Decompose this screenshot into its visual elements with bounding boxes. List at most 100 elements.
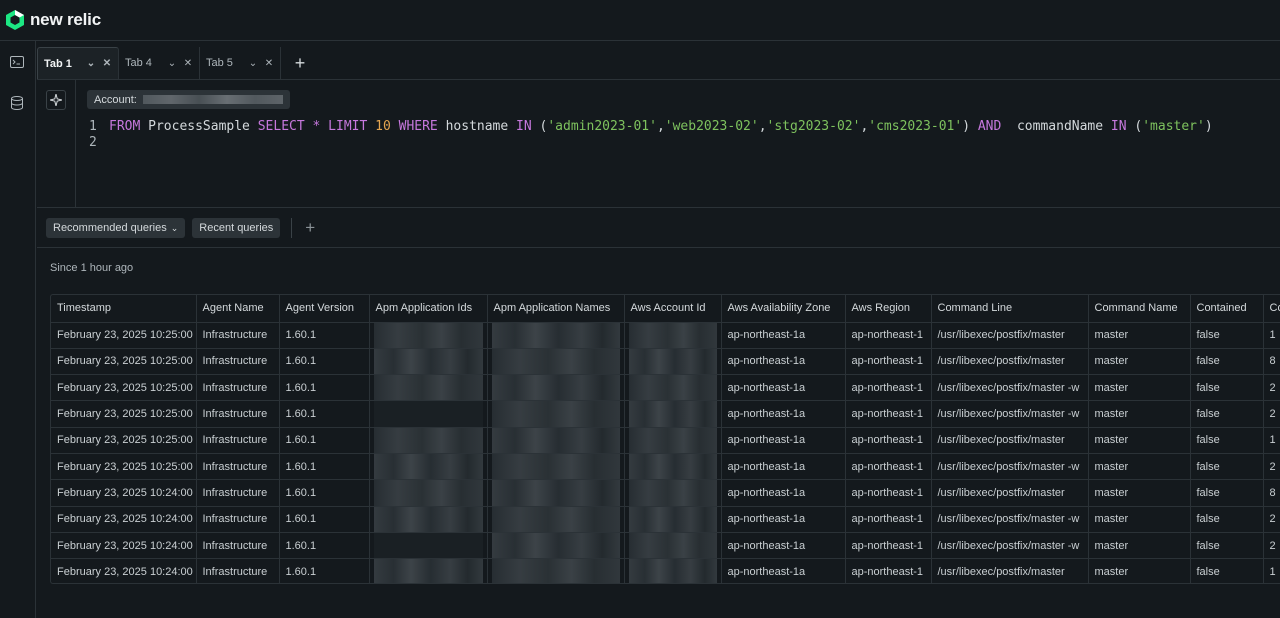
table-cell: ap-northeast-1 (845, 348, 932, 376)
query-editor[interactable]: Account: 1 FROM ProcessSample SELECT * LI… (37, 80, 1280, 208)
tab-4[interactable]: Tab 4 ⌄ ✕ (119, 47, 200, 79)
query-token: 'admin2023-01' (547, 119, 657, 134)
table-cell: 1.60.1 (279, 506, 370, 533)
column-header[interactable]: Agent Version (279, 295, 370, 323)
table-cell: 1.60.1 (279, 348, 370, 376)
plus-icon: + (294, 52, 306, 73)
column-header[interactable]: Contained (1190, 295, 1264, 323)
table-row[interactable]: February 23, 2025 10:24:00 Infrastructure… (51, 479, 1280, 507)
line-number: 2 (89, 135, 97, 150)
table-header-row: Timestamp Agent Name Agent Version Apm Appl… (51, 295, 1280, 323)
nrql-query[interactable]: 1 FROM ProcessSample SELECT * LIMIT 10 WH… (89, 119, 1213, 151)
table-cell: master (1088, 479, 1191, 507)
redacted-cell (487, 348, 625, 376)
account-selector[interactable]: Account: (87, 90, 290, 109)
redaction-block (628, 401, 717, 427)
query-console-icon[interactable] (9, 54, 25, 70)
recommended-queries-button[interactable]: Recommended queries ⌄ (46, 218, 186, 238)
table-cell: Infrastructure (196, 453, 280, 481)
table-cell: February 23, 2025 10:24:00 (51, 532, 197, 560)
table-cell: ap-northeast-1 (845, 400, 932, 428)
table-cell: ap-northeast-1 (845, 558, 932, 583)
new-relic-logo[interactable]: new relic (6, 10, 101, 30)
redacted-cell (487, 400, 625, 428)
add-tab-button[interactable]: + (285, 47, 315, 79)
redacted-cell (487, 374, 625, 402)
table-row[interactable]: February 23, 2025 10:25:00 Infrastructure… (51, 453, 1280, 481)
query-token: 'web2023-02' (664, 119, 759, 134)
table-cell: February 23, 2025 10:25:00 (51, 374, 197, 402)
table-cell: master (1088, 374, 1191, 402)
query-token: FROM (109, 119, 141, 134)
table-cell: 2 (1263, 532, 1280, 560)
redaction-block (373, 453, 483, 479)
table-cell: ap-northeast-1a (721, 532, 846, 560)
table-row[interactable]: February 23, 2025 10:25:00 Infrastructure… (51, 427, 1280, 454)
table-cell: ap-northeast-1 (845, 532, 932, 560)
table-cell: ap-northeast-1 (845, 506, 932, 533)
chevron-down-icon[interactable]: ⌄ (86, 58, 96, 69)
table-cell: /usr/libexec/postfix/master (931, 427, 1089, 454)
close-icon[interactable]: ✕ (102, 58, 112, 69)
column-header[interactable]: Aws Region (845, 295, 932, 323)
table-cell: master (1088, 348, 1191, 376)
table-cell: /usr/libexec/postfix/master -w (931, 374, 1089, 402)
data-explorer-icon[interactable] (9, 95, 25, 111)
query-token: commandName (1016, 119, 1104, 134)
column-header[interactable]: Command Name (1088, 295, 1191, 323)
redaction-block (628, 506, 717, 532)
column-header[interactable]: Aws Availability Zone (721, 295, 846, 323)
redaction-block (491, 480, 620, 506)
column-header[interactable]: Apm Application Names (487, 295, 625, 323)
tab-5[interactable]: Tab 5 ⌄ ✕ (200, 47, 281, 79)
time-range-label: Since 1 hour ago (50, 262, 134, 274)
table-cell: 1.60.1 (279, 453, 370, 481)
table-cell: master (1088, 532, 1191, 560)
chevron-down-icon[interactable]: ⌄ (167, 58, 177, 69)
table-row[interactable]: February 23, 2025 10:24:00 Infrastructure… (51, 506, 1280, 533)
redacted-cell (369, 506, 488, 533)
column-header[interactable]: Command Line (931, 295, 1089, 323)
table-cell: Infrastructure (196, 427, 280, 454)
table-row[interactable]: February 23, 2025 10:25:00 Infrastructure… (51, 400, 1280, 428)
table-cell: 1.60.1 (279, 558, 370, 583)
table-cell: false (1190, 558, 1264, 583)
table-cell: Infrastructure (196, 348, 280, 376)
redacted-cell (369, 479, 488, 507)
table-row[interactable]: February 23, 2025 10:25:00 Infrastructure… (51, 374, 1280, 402)
column-header[interactable]: Timestamp (51, 295, 197, 323)
table-cell: Infrastructure (196, 506, 280, 533)
table-cell: /usr/libexec/postfix/master (931, 322, 1089, 349)
table-cell: master (1088, 427, 1191, 454)
redacted-cell (369, 400, 488, 428)
column-header[interactable]: Co (1263, 295, 1280, 323)
chevron-down-icon[interactable]: ⌄ (248, 58, 258, 69)
table-cell: false (1190, 532, 1264, 560)
table-row[interactable]: February 23, 2025 10:25:00 Infrastructure… (51, 348, 1280, 376)
redacted-cell (369, 453, 488, 481)
tab-1[interactable]: Tab 1 ⌄ ✕ (37, 47, 119, 79)
column-header[interactable]: Agent Name (196, 295, 280, 323)
gutter-divider (75, 80, 76, 208)
close-icon[interactable]: ✕ (183, 58, 193, 69)
table-cell: ap-northeast-1a (721, 374, 846, 402)
column-header[interactable]: Aws Account Id (624, 295, 722, 323)
query-token: WHERE (398, 119, 438, 134)
add-query-plus-icon[interactable]: + (305, 218, 315, 238)
table-row[interactable]: February 23, 2025 10:25:00 Infrastructure… (51, 322, 1280, 349)
table-cell: master (1088, 453, 1191, 481)
table-cell: 1 (1263, 322, 1280, 349)
query-token: hostname (445, 119, 509, 134)
column-header[interactable]: Apm Application Ids (369, 295, 488, 323)
redaction-block (373, 427, 483, 453)
ai-assistant-button[interactable] (46, 90, 66, 110)
table-row[interactable]: February 23, 2025 10:24:00 Infrastructure… (51, 558, 1280, 583)
redaction-block (491, 427, 620, 453)
redacted-cell (369, 322, 488, 349)
recent-queries-button[interactable]: Recent queries (192, 218, 281, 238)
toolbar-divider (291, 218, 293, 238)
redacted-cell (487, 427, 625, 454)
close-icon[interactable]: ✕ (264, 58, 274, 69)
account-label: Account: (94, 93, 137, 106)
table-row[interactable]: February 23, 2025 10:24:00 Infrastructure… (51, 532, 1280, 560)
